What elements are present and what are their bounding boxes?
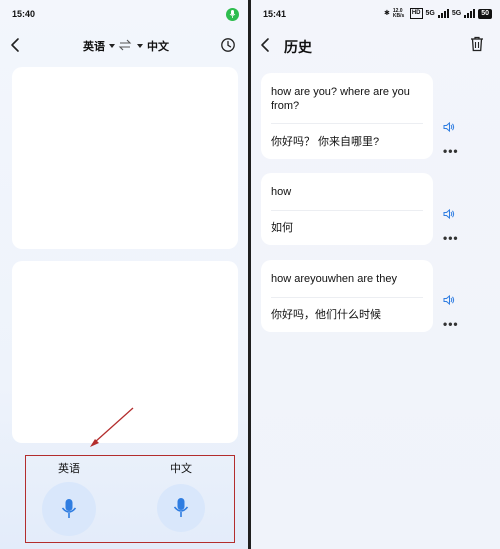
status-bar: 15:41 ✱ 12.0 KB/s HD 5G 5G 50 — [251, 0, 500, 26]
more-options-button[interactable]: ••• — [443, 318, 459, 330]
source-language-select[interactable]: 英语 — [83, 38, 115, 54]
voice-english-button[interactable] — [42, 482, 96, 536]
divider — [271, 123, 423, 124]
history-translation-text: 你好吗？ 你来自哪里? — [271, 136, 380, 148]
chevron-down-icon — [137, 44, 143, 48]
hd-icon: HD — [409, 8, 423, 19]
signal-label-1: 5G — [425, 10, 435, 17]
back-arrow-icon[interactable] — [259, 37, 273, 53]
voice-chinese-button[interactable] — [157, 484, 205, 532]
microphone-icon — [173, 498, 189, 517]
status-time: 15:41 — [263, 9, 287, 19]
microphone-icon — [61, 499, 77, 518]
signal-bars-icon — [437, 9, 449, 18]
back-arrow-icon[interactable] — [9, 37, 23, 53]
voice-chinese-label: 中文 — [170, 463, 192, 475]
translator-screen: 15:40 英语 中文 英语 中文 — [0, 0, 248, 549]
voice-english-label: 英语 — [58, 463, 80, 475]
status-icons: ✱ 12.0 KB/s HD 5G 5G 50 — [384, 8, 492, 19]
more-options-button[interactable]: ••• — [443, 232, 459, 244]
source-text-panel[interactable] — [12, 67, 238, 249]
status-time: 15:40 — [12, 9, 36, 19]
signal-bars-icon — [464, 9, 476, 18]
target-language-select[interactable]: 中文 — [137, 38, 169, 54]
page-title: 历史 — [284, 39, 312, 55]
swap-languages-icon[interactable] — [118, 39, 132, 51]
source-language-label: 英语 — [83, 41, 105, 53]
divider — [271, 210, 423, 211]
translation-text-panel[interactable] — [12, 261, 238, 443]
bluetooth-icon: ✱ — [383, 10, 390, 17]
history-item[interactable]: how 如何 — [261, 173, 433, 245]
history-source-text: how — [271, 186, 292, 198]
more-options-button[interactable]: ••• — [443, 145, 459, 157]
speaker-icon[interactable] — [443, 294, 455, 306]
history-clock-icon[interactable] — [220, 37, 236, 53]
divider — [271, 297, 423, 298]
history-item[interactable]: how areyouwhen are they 你好吗，他们什么时候 — [261, 260, 433, 332]
delete-trash-icon[interactable] — [470, 36, 484, 52]
history-source-text: how are you? where are you from? — [271, 86, 410, 112]
signal-label-2: 5G — [451, 10, 462, 17]
history-translation-text: 你好吗，他们什么时候 — [271, 309, 381, 321]
translator-header: 英语 中文 — [0, 30, 248, 60]
chevron-down-icon — [109, 44, 115, 48]
status-bar: 15:40 — [0, 0, 248, 26]
history-source-text: how areyouwhen are they — [271, 273, 397, 285]
speaker-icon[interactable] — [443, 121, 455, 133]
history-item[interactable]: how are you? where are you from? 你好吗？ 你来… — [261, 73, 433, 159]
target-language-label: 中文 — [147, 41, 169, 53]
network-speed: 12.0 KB/s — [392, 7, 405, 19]
history-translation-text: 如何 — [271, 222, 293, 234]
speaker-icon[interactable] — [443, 208, 455, 220]
microphone-in-use-icon — [226, 8, 239, 21]
history-screen: 15:41 ✱ 12.0 KB/s HD 5G 5G 50 历史 how are… — [251, 0, 500, 549]
battery-icon: 50 — [478, 8, 492, 19]
